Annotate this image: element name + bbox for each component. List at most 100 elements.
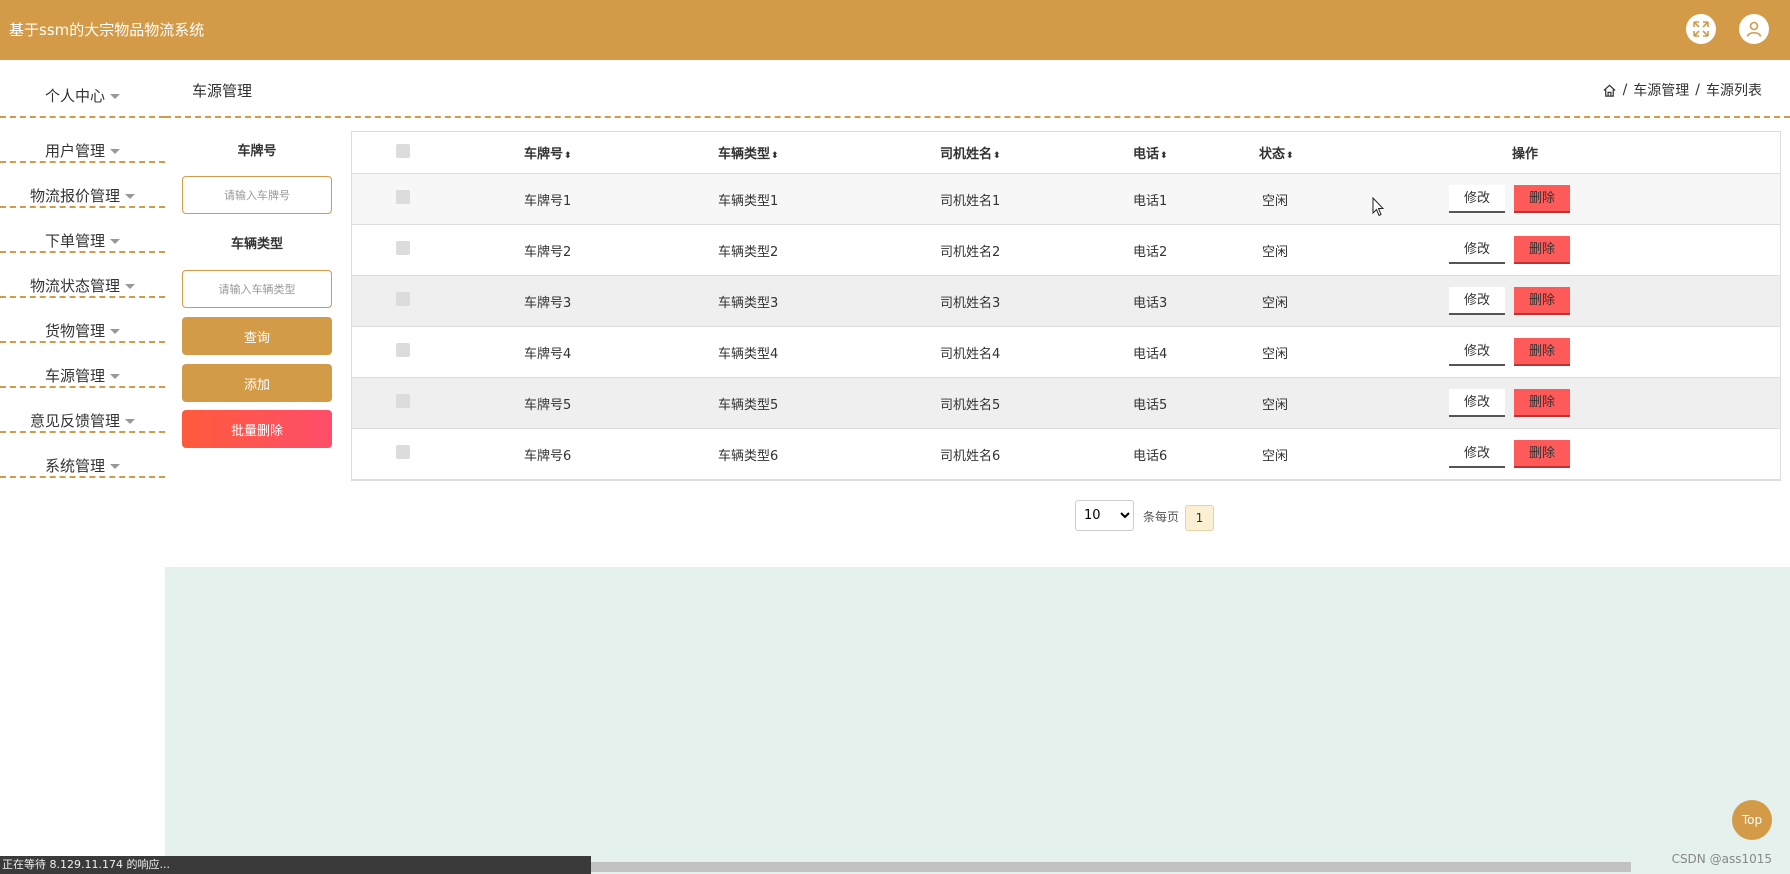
mouse-cursor-icon — [1372, 197, 1384, 217]
column-header-type[interactable]: 车辆类型⬍ — [718, 132, 940, 174]
delete-button[interactable]: 删除 — [1514, 185, 1570, 213]
column-header-label: 电话 — [1133, 147, 1160, 162]
sort-icon[interactable]: ⬍ — [1160, 151, 1168, 161]
batch-delete-button[interactable]: 批量删除 — [182, 410, 332, 448]
table-row: 车牌号6 车辆类型6 司机姓名6 电话6 空闲 修改 删除 — [352, 428, 1780, 480]
sidebar-item-quote-management[interactable]: 物流报价管理 — [0, 163, 165, 208]
status-text: 空闲 — [1262, 295, 1289, 311]
edit-button[interactable]: 修改 — [1449, 287, 1505, 315]
sort-icon[interactable]: ⬍ — [771, 151, 779, 161]
plate-label: 车牌号 — [237, 144, 277, 159]
select-cell — [352, 428, 524, 480]
caret-down-icon — [110, 239, 120, 244]
sidebar-item-label: 个人中心 — [44, 87, 105, 105]
select-cell — [352, 173, 524, 225]
phone-cell: 电话4 — [1133, 326, 1259, 378]
user-menu-button[interactable] — [1739, 14, 1769, 44]
sidebar-item-logistics-status[interactable]: 物流状态管理 — [0, 253, 165, 298]
status-text: 空闲 — [1262, 244, 1289, 260]
add-button[interactable]: 添加 — [182, 364, 332, 402]
select-all-checkbox[interactable] — [396, 143, 410, 158]
row-checkbox[interactable] — [396, 394, 410, 408]
caret-down-icon — [110, 329, 120, 334]
row-checkbox[interactable] — [396, 241, 410, 255]
row-checkbox[interactable] — [396, 343, 410, 357]
vehicle-type-search-input[interactable] — [182, 270, 332, 308]
column-header-status[interactable]: 状态⬍ — [1259, 132, 1374, 174]
plate-cell: 车牌号5 — [524, 377, 718, 429]
edit-button[interactable]: 修改 — [1449, 236, 1505, 264]
sidebar-item-vehicle-management[interactable]: 车源管理 — [0, 343, 165, 388]
status-cell: 空闲 — [1259, 173, 1374, 225]
vehicle-type-label: 车辆类型 — [230, 237, 283, 252]
delete-button[interactable]: 删除 — [1514, 236, 1570, 264]
select-cell — [352, 377, 524, 429]
row-checkbox[interactable] — [396, 445, 410, 459]
column-header-actions: 操作 — [1374, 132, 1780, 174]
edit-button[interactable]: 修改 — [1449, 338, 1505, 366]
driver-name-cell: 司机姓名1 — [940, 173, 1133, 225]
vehicle-type-cell: 车辆类型3 — [718, 275, 940, 327]
sort-icon[interactable]: ⬍ — [564, 151, 572, 161]
page-number-button[interactable]: 1 — [1185, 505, 1214, 531]
fullscreen-button[interactable] — [1686, 14, 1716, 44]
sidebar: 个人中心 用户管理 物流报价管理 下单管理 物流状态管理 货物管理 车源管理 意… — [0, 60, 165, 478]
sidebar-item-feedback-management[interactable]: 意见反馈管理 — [0, 388, 165, 433]
sort-icon[interactable]: ⬍ — [993, 151, 1001, 161]
status-cell: 空闲 — [1259, 428, 1374, 480]
sidebar-item-cargo-management[interactable]: 货物管理 — [0, 298, 165, 343]
edit-button[interactable]: 修改 — [1449, 389, 1505, 417]
sidebar-item-user-management[interactable]: 用户管理 — [0, 118, 165, 163]
sidebar-item-system-management[interactable]: 系统管理 — [0, 433, 165, 478]
actions-cell: 修改 删除 — [1374, 428, 1780, 480]
plate-cell: 车牌号3 — [524, 275, 718, 327]
column-header-phone[interactable]: 电话⬍ — [1133, 132, 1259, 174]
expand-icon — [1693, 21, 1709, 37]
sidebar-item-label: 物流状态管理 — [29, 277, 120, 295]
row-checkbox[interactable] — [396, 292, 410, 306]
delete-button[interactable]: 删除 — [1514, 440, 1570, 468]
query-button[interactable]: 查询 — [182, 317, 332, 355]
vehicle-type-cell: 车辆类型2 — [718, 224, 940, 276]
back-to-top-button[interactable]: Top — [1732, 800, 1772, 840]
app-title: 基于ssm的大宗物品物流系统 — [9, 21, 205, 39]
browser-status-bar: 正在等待 8.129.11.174 的响应... — [0, 856, 591, 874]
table-row: 车牌号2 车辆类型2 司机姓名2 电话2 空闲 修改 删除 — [352, 224, 1780, 276]
delete-button[interactable]: 删除 — [1514, 389, 1570, 417]
status-text: 空闲 — [1262, 448, 1289, 464]
delete-button[interactable]: 删除 — [1514, 287, 1570, 315]
sort-icon[interactable]: ⬍ — [1286, 151, 1294, 161]
actions-cell: 修改 删除 — [1374, 377, 1780, 429]
phone-cell: 电话6 — [1133, 428, 1259, 480]
row-checkbox[interactable] — [396, 190, 410, 204]
column-header-label: 车辆类型 — [718, 147, 771, 162]
breadcrumb-item[interactable]: 车源管理 — [1633, 80, 1689, 100]
plate-search-input[interactable] — [182, 176, 332, 214]
table-body: 车牌号1 车辆类型1 司机姓名1 电话1 空闲 修改 删除 车牌号2 车辆类型2 司机姓名2 电话2… — [352, 173, 1780, 480]
delete-button[interactable]: 删除 — [1514, 338, 1570, 366]
vehicle-type-cell: 车辆类型5 — [718, 377, 940, 429]
table-row: 车牌号1 车辆类型1 司机姓名1 电话1 空闲 修改 删除 — [352, 173, 1780, 225]
table-row: 车牌号3 车辆类型3 司机姓名3 电话3 空闲 修改 删除 — [352, 275, 1780, 327]
column-header-label: 状态 — [1259, 147, 1286, 162]
select-cell — [352, 224, 524, 276]
page-size-select[interactable]: 10 — [1075, 500, 1134, 531]
page-title: 车源管理 — [192, 82, 253, 100]
watermark: CSDN @ass1015 — [1671, 852, 1772, 866]
sidebar-item-label: 货物管理 — [44, 322, 105, 340]
sidebar-item-order-management[interactable]: 下单管理 — [0, 208, 165, 253]
sidebar-item-personal-center[interactable]: 个人中心 — [0, 60, 165, 118]
edit-button[interactable]: 修改 — [1449, 185, 1505, 213]
column-header-driver[interactable]: 司机姓名⬍ — [940, 132, 1133, 174]
status-cell: 空闲 — [1259, 326, 1374, 378]
home-icon[interactable] — [1602, 83, 1617, 98]
edit-button[interactable]: 修改 — [1449, 440, 1505, 468]
horizontal-scrollbar[interactable] — [591, 862, 1631, 872]
breadcrumb-bar: 车源管理 / 车源管理 / 车源列表 — [165, 60, 1790, 118]
plate-cell: 车牌号1 — [524, 173, 718, 225]
status-text: 空闲 — [1262, 397, 1289, 413]
vehicle-type-cell: 车辆类型6 — [718, 428, 940, 480]
phone-cell: 电话2 — [1133, 224, 1259, 276]
column-header-plate[interactable]: 车牌号⬍ — [524, 132, 718, 174]
driver-name-cell: 司机姓名4 — [940, 326, 1133, 378]
